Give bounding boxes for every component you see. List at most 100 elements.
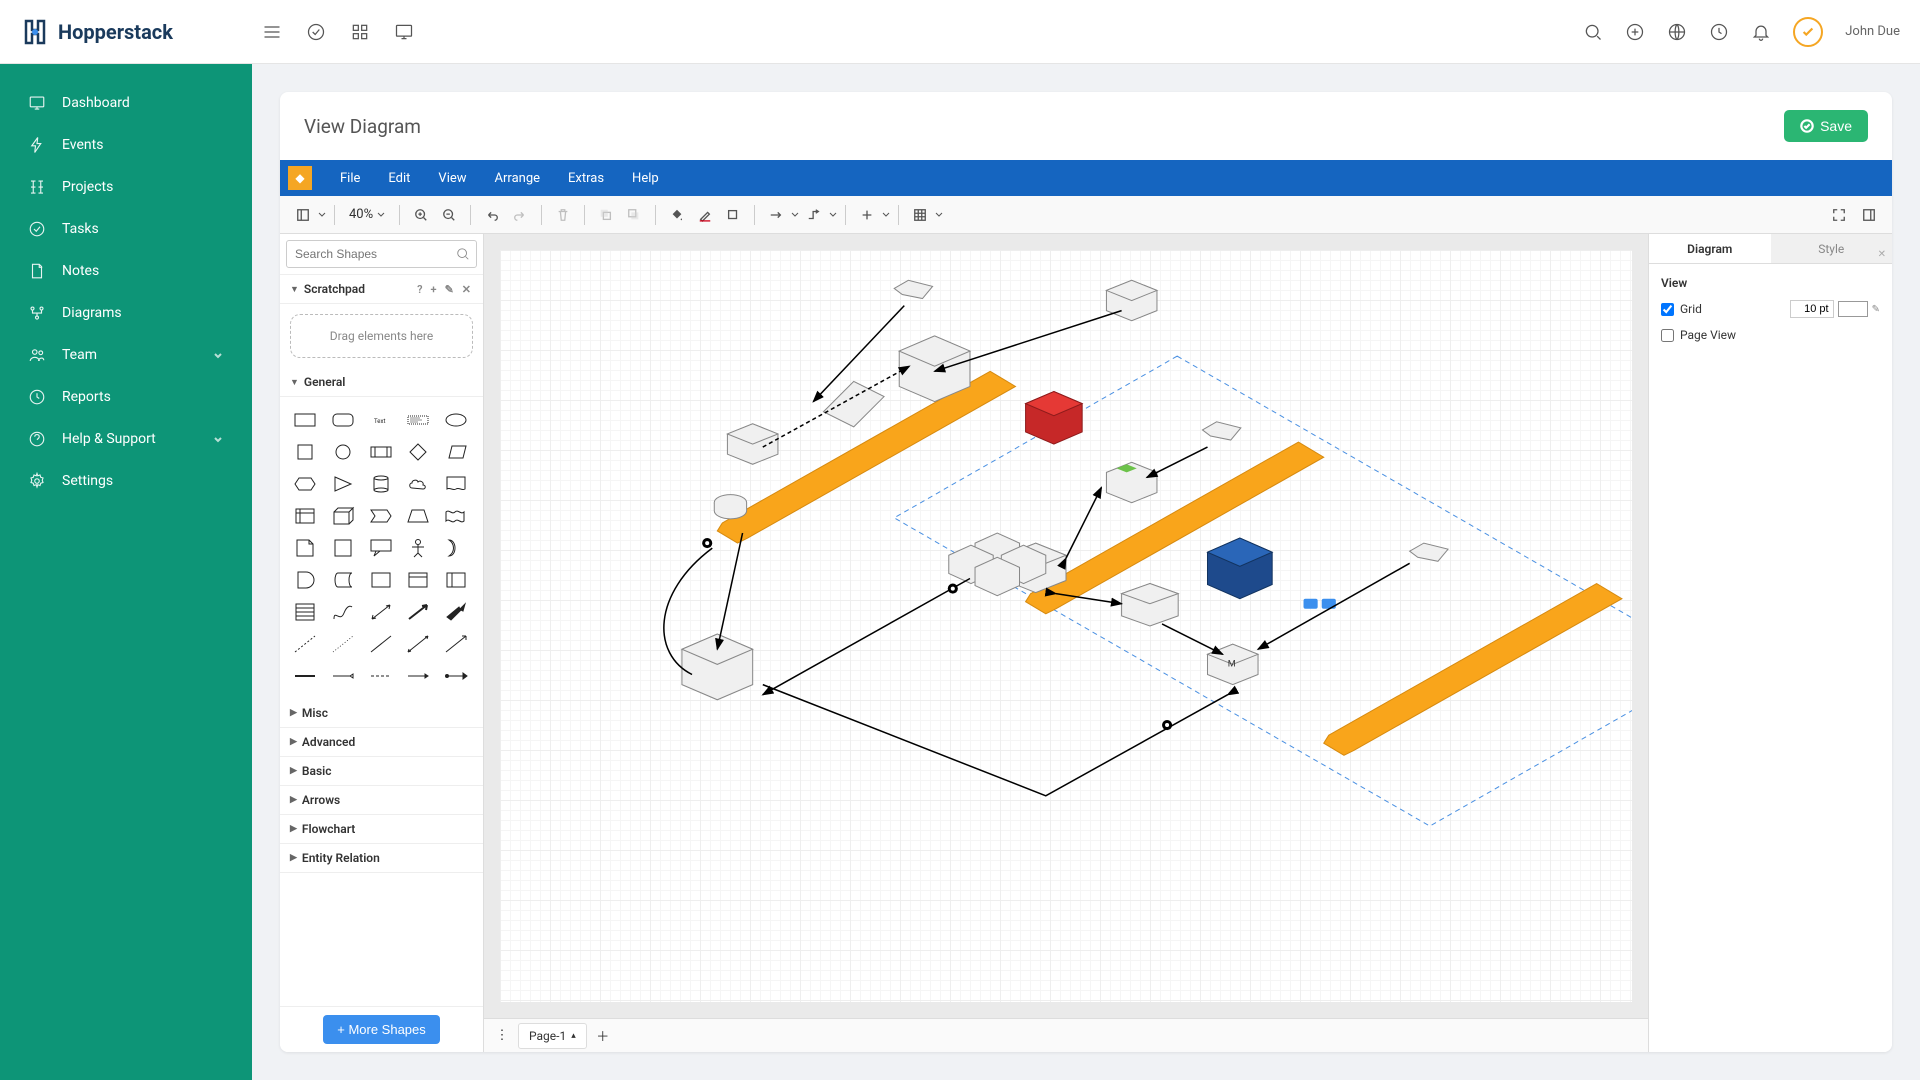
globe-icon[interactable]: [1667, 22, 1687, 42]
shape-line[interactable]: [364, 629, 398, 659]
tab-style[interactable]: Style✕: [1771, 234, 1893, 263]
connection-button[interactable]: [763, 202, 789, 228]
shape-frame[interactable]: [401, 565, 435, 595]
zoom-select[interactable]: 40%: [343, 207, 391, 222]
sidebar-item-settings[interactable]: Settings: [0, 460, 252, 502]
shape-circle[interactable]: [326, 437, 360, 467]
shape-bidir-connector[interactable]: [401, 629, 435, 659]
shape-link1[interactable]: [288, 661, 322, 691]
shape-hexagon[interactable]: [288, 469, 322, 499]
misc-header[interactable]: ▶Misc: [280, 699, 483, 728]
avatar[interactable]: [1793, 17, 1823, 47]
menu-arrange[interactable]: Arrange: [481, 160, 554, 196]
drawio-logo-icon[interactable]: ◆: [288, 166, 312, 190]
tab-diagram[interactable]: Diagram: [1649, 234, 1771, 263]
shape-ellipse[interactable]: [439, 405, 473, 435]
to-front-button[interactable]: [593, 202, 619, 228]
shape-rounded-rect[interactable]: [326, 405, 360, 435]
sidebar-item-dashboard[interactable]: Dashboard: [0, 82, 252, 124]
shape-bidir-arrow[interactable]: [364, 597, 398, 627]
view-mode-button[interactable]: [290, 202, 316, 228]
clock-icon[interactable]: [1709, 22, 1729, 42]
shape-and[interactable]: [288, 565, 322, 595]
dropdown-caret-icon[interactable]: [935, 211, 943, 219]
shape-list[interactable]: [288, 597, 322, 627]
save-button[interactable]: Save: [1784, 110, 1868, 142]
basic-header[interactable]: ▶Basic: [280, 757, 483, 786]
shape-triangle[interactable]: [326, 469, 360, 499]
redo-button[interactable]: [507, 202, 533, 228]
menu-icon[interactable]: [262, 22, 282, 42]
shape-cloud[interactable]: [401, 469, 435, 499]
general-header[interactable]: ▼General: [280, 368, 483, 397]
dropdown-caret-icon[interactable]: [318, 211, 326, 219]
dropdown-caret-icon[interactable]: [882, 211, 890, 219]
to-back-button[interactable]: [621, 202, 647, 228]
shape-h-container[interactable]: [439, 565, 473, 595]
grid-checkbox[interactable]: Grid: [1661, 302, 1702, 316]
scratchpad-close-icon[interactable]: ✕: [460, 283, 473, 296]
shape-directional[interactable]: [439, 629, 473, 659]
fullscreen-button[interactable]: [1826, 202, 1852, 228]
logo[interactable]: Hopperstack: [20, 17, 232, 47]
search-shapes-input[interactable]: [286, 240, 477, 268]
add-page-button[interactable]: ＋: [595, 1028, 611, 1044]
undo-button[interactable]: [479, 202, 505, 228]
shape-or[interactable]: [439, 533, 473, 563]
shape-dotted-line[interactable]: [326, 629, 360, 659]
menu-file[interactable]: File: [326, 160, 374, 196]
sidebar-item-notes[interactable]: Notes: [0, 250, 252, 292]
advanced-header[interactable]: ▶Advanced: [280, 728, 483, 757]
shape-square[interactable]: [288, 437, 322, 467]
shape-document[interactable]: [439, 469, 473, 499]
shape-rectangle[interactable]: [288, 405, 322, 435]
shape-diamond[interactable]: [401, 437, 435, 467]
canvas[interactable]: M: [484, 234, 1648, 1018]
more-shapes-button[interactable]: + More Shapes: [323, 1015, 440, 1044]
shape-tape[interactable]: [439, 501, 473, 531]
sidebar-item-projects[interactable]: Projects: [0, 166, 252, 208]
zoom-out-button[interactable]: [436, 202, 462, 228]
shape-step[interactable]: [364, 501, 398, 531]
menu-help[interactable]: Help: [618, 160, 673, 196]
delete-button[interactable]: [550, 202, 576, 228]
page-tab-1[interactable]: Page-1 ▴: [518, 1023, 587, 1049]
scratchpad-add-icon[interactable]: +: [429, 283, 439, 296]
sidebar-item-diagrams[interactable]: Diagrams: [0, 292, 252, 334]
sidebar-item-help[interactable]: Help & Support: [0, 418, 252, 460]
table-button[interactable]: [907, 202, 933, 228]
shape-link3[interactable]: [364, 661, 398, 691]
check-circle-icon[interactable]: [306, 22, 326, 42]
page-menu-button[interactable]: ⋮: [494, 1028, 510, 1044]
shape-cylinder[interactable]: [364, 469, 398, 499]
shape-parallelogram[interactable]: [439, 437, 473, 467]
sidebar-item-team[interactable]: Team: [0, 334, 252, 376]
menu-view[interactable]: View: [424, 160, 480, 196]
shape-textbox[interactable]: [401, 405, 435, 435]
dropdown-caret-icon[interactable]: [829, 211, 837, 219]
shape-link4[interactable]: [401, 661, 435, 691]
monitor-icon[interactable]: [394, 22, 414, 42]
shape-thick-arrow[interactable]: [439, 597, 473, 627]
scratchpad-edit-icon[interactable]: ✎: [443, 283, 456, 296]
shadow-button[interactable]: [720, 202, 746, 228]
add-icon[interactable]: [1625, 22, 1645, 42]
search-icon[interactable]: [1583, 22, 1603, 42]
shape-note[interactable]: [288, 533, 322, 563]
close-icon[interactable]: ✕: [1878, 240, 1886, 270]
shape-text[interactable]: Text: [364, 405, 398, 435]
flowchart-header[interactable]: ▶Flowchart: [280, 815, 483, 844]
arrows-header[interactable]: ▶Arrows: [280, 786, 483, 815]
bell-icon[interactable]: [1751, 22, 1771, 42]
shape-card[interactable]: [326, 533, 360, 563]
menu-extras[interactable]: Extras: [554, 160, 618, 196]
sidebar-item-events[interactable]: Events: [0, 124, 252, 166]
shape-dashed-line[interactable]: [288, 629, 322, 659]
scratchpad-header[interactable]: ▼ Scratchpad ? + ✎ ✕: [280, 275, 483, 304]
zoom-in-button[interactable]: [408, 202, 434, 228]
entity-relation-header[interactable]: ▶Entity Relation: [280, 844, 483, 873]
scratchpad-dropzone[interactable]: Drag elements here: [290, 314, 473, 358]
line-color-button[interactable]: [692, 202, 718, 228]
dropdown-caret-icon[interactable]: [791, 211, 799, 219]
shape-trapezoid[interactable]: [401, 501, 435, 531]
